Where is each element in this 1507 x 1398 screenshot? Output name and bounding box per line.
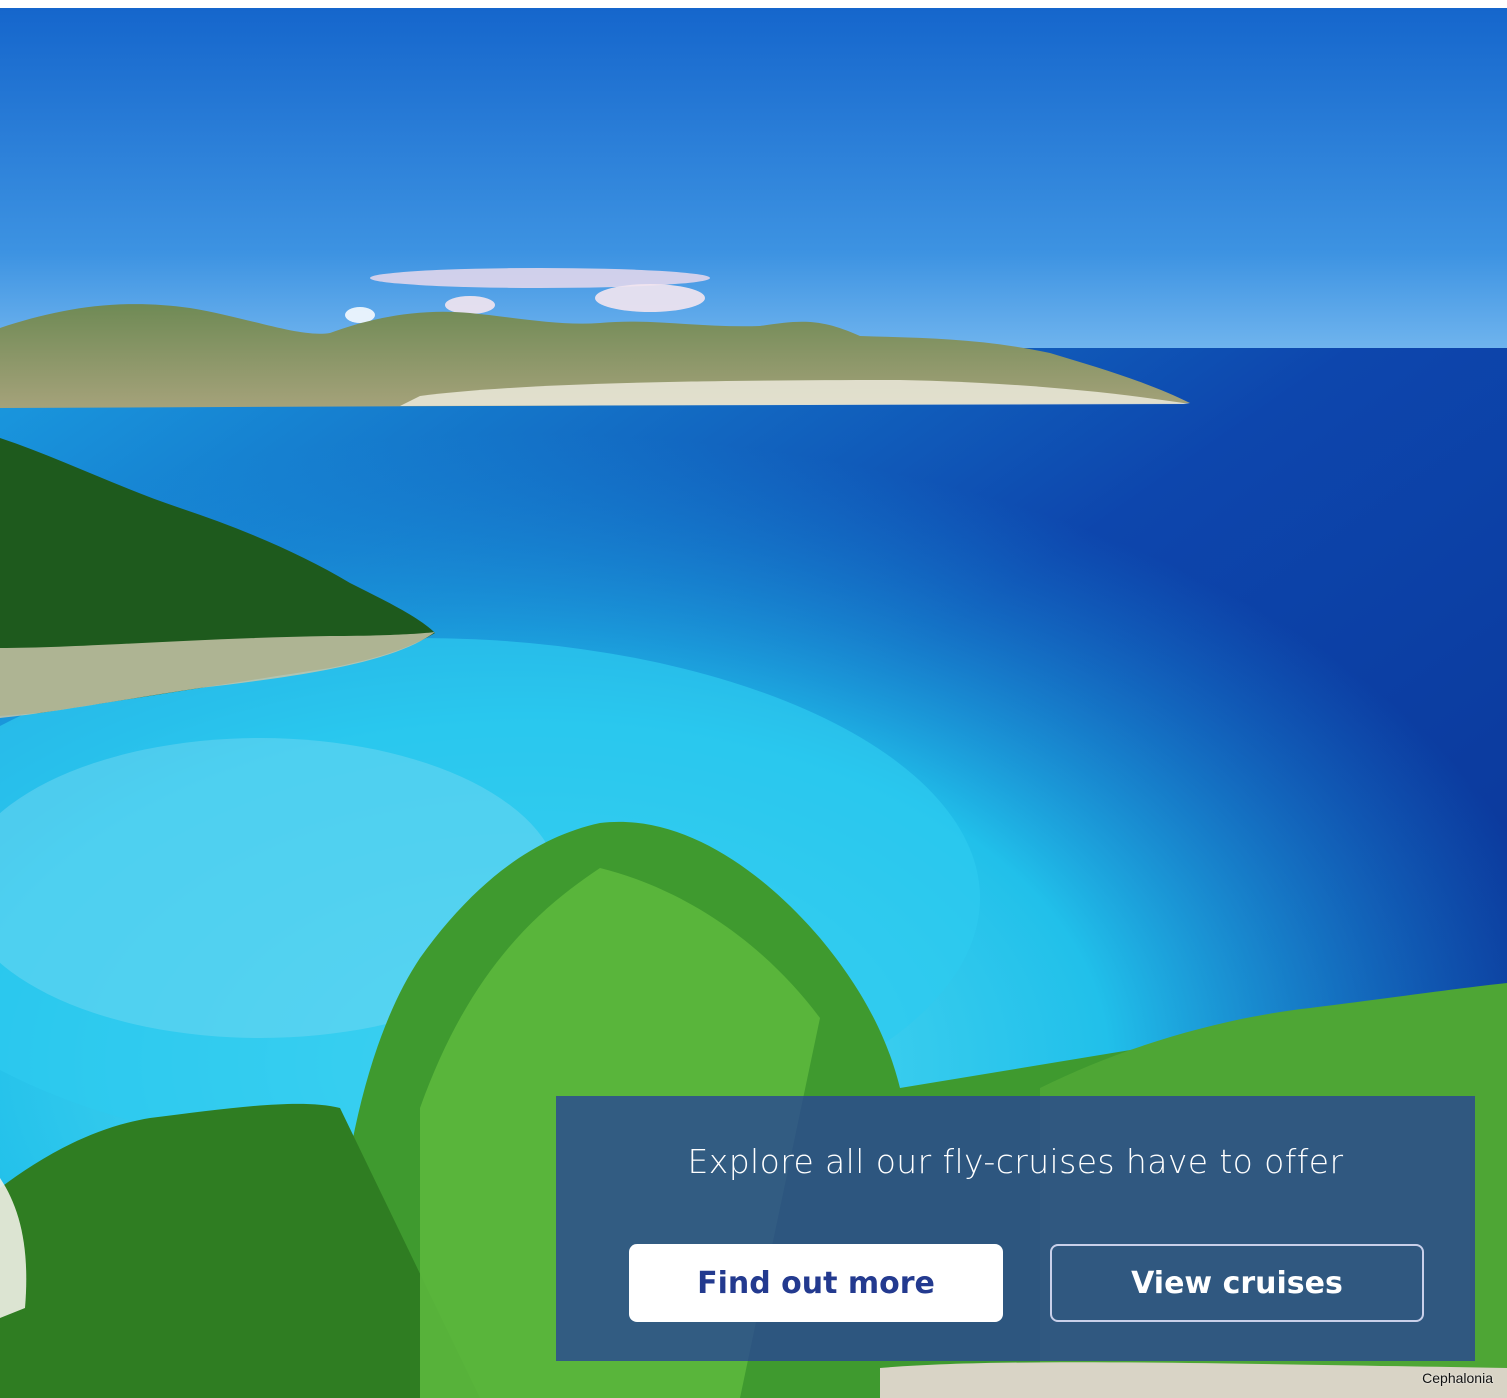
promo-overlay: Explore all our fly-cruises have to offe… [556, 1096, 1475, 1361]
promo-title: Explore all our fly-cruises have to offe… [687, 1142, 1344, 1181]
view-cruises-button[interactable]: View cruises [1050, 1244, 1424, 1322]
image-caption: Cephalonia [1422, 1370, 1493, 1386]
find-out-more-button[interactable]: Find out more [629, 1244, 1003, 1322]
